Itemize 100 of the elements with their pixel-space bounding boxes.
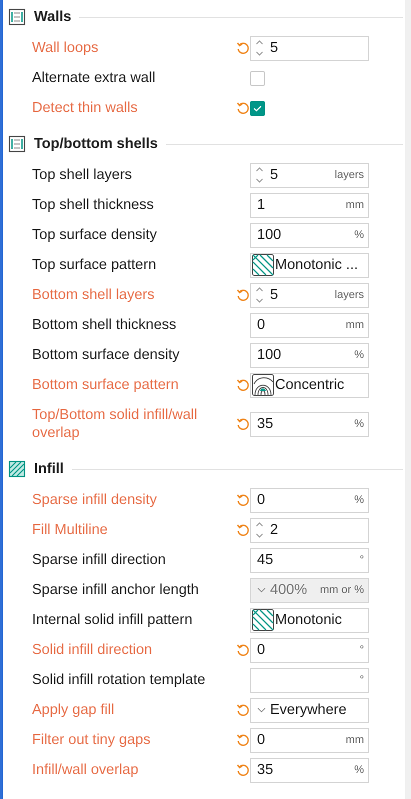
concentric-icon xyxy=(252,374,274,396)
input-field[interactable]: 0 mm xyxy=(250,312,369,338)
unit-label: ° xyxy=(360,554,364,566)
reset-icon[interactable] xyxy=(236,417,250,431)
setting-label: Top surface density xyxy=(32,226,158,245)
field-value: 5 xyxy=(270,287,278,303)
setting-label: Sparse infill direction xyxy=(32,551,167,570)
setting-label: Top shell layers xyxy=(32,166,133,185)
reset-icon[interactable] xyxy=(236,763,250,777)
input-field[interactable]: 0 ° xyxy=(250,638,369,662)
field-value: 400% xyxy=(270,582,308,598)
field-value: 0 xyxy=(257,317,266,333)
setting-label: Wall loops xyxy=(32,39,100,58)
reset-icon[interactable] xyxy=(236,101,250,115)
field-value: 100 xyxy=(257,227,282,243)
unit-label: ° xyxy=(360,644,364,656)
unit-label: % xyxy=(354,764,364,776)
setting-label: Top shell thickness xyxy=(32,196,155,215)
setting-label: Apply gap fill xyxy=(32,701,116,720)
shell-layers-icon xyxy=(8,8,26,26)
field-value: 100 xyxy=(257,347,282,363)
spinner-icon[interactable] xyxy=(255,285,264,305)
unit-label: layers xyxy=(334,169,364,181)
chevron-down-icon xyxy=(257,707,266,713)
input-field[interactable]: 35 % xyxy=(250,758,369,782)
unit-label: ° xyxy=(360,674,364,686)
reset-icon[interactable] xyxy=(236,733,250,747)
input-field[interactable]: 0 % xyxy=(250,488,369,512)
setting-label: Filter out tiny gaps xyxy=(32,731,152,750)
unit-label: % xyxy=(354,349,364,361)
reset-icon[interactable] xyxy=(236,703,250,717)
setting-label: Infill/wall overlap xyxy=(32,761,140,780)
spin-field[interactable]: 2 xyxy=(250,518,369,542)
reset-icon[interactable] xyxy=(236,643,250,657)
setting-label: Alternate extra wall xyxy=(32,69,156,88)
setting-label: Sparse infill anchor length xyxy=(32,581,200,600)
hatch-icon xyxy=(8,460,26,478)
reset-icon[interactable] xyxy=(236,41,250,55)
setting-label: Bottom surface pattern xyxy=(32,376,180,395)
field-value: Everywhere xyxy=(270,702,347,718)
setting-label: Bottom shell layers xyxy=(32,286,156,305)
field-value: 0 xyxy=(257,732,266,748)
section-title: Top/bottom shells xyxy=(34,136,158,152)
spinner-icon[interactable] xyxy=(255,520,264,540)
field-value: 5 xyxy=(270,40,278,56)
input-field[interactable]: 35 % xyxy=(250,412,369,436)
unit-label: mm xyxy=(346,199,364,211)
reset-icon[interactable] xyxy=(236,493,250,507)
setting-label: Top surface pattern xyxy=(32,256,158,275)
input-field[interactable]: 1 mm xyxy=(250,192,369,218)
spinner-icon[interactable] xyxy=(255,165,264,185)
field-value: 35 xyxy=(257,762,274,778)
diagonal-lines-icon xyxy=(252,254,274,276)
setting-label: Solid infill direction xyxy=(32,641,154,660)
field-value: 45 xyxy=(257,552,274,568)
unit-label: mm xyxy=(346,319,364,331)
field-value: 0 xyxy=(257,492,266,508)
field-value: 1 xyxy=(257,197,266,213)
field-value: Concentric xyxy=(275,377,344,393)
field-value: Monotonic xyxy=(275,612,342,628)
field-value: 0 xyxy=(257,642,266,658)
checkbox[interactable] xyxy=(250,70,265,86)
spin-field[interactable]: 5 layers xyxy=(250,162,369,188)
section-title: Infill xyxy=(34,461,64,477)
dropdown[interactable]: Monotonic ... xyxy=(250,252,369,278)
setting-label: Solid infill rotation template xyxy=(32,671,206,690)
spinner-icon[interactable] xyxy=(255,38,264,58)
field-value: Monotonic ... xyxy=(275,257,358,273)
setting-label: Internal solid infill pattern xyxy=(32,611,194,630)
input-field[interactable]: ° xyxy=(250,668,369,692)
field-value: 35 xyxy=(257,416,274,432)
unit-label: layers xyxy=(334,289,364,301)
spin-field[interactable]: 5 xyxy=(250,36,369,60)
spin-field[interactable]: 5 layers xyxy=(250,282,369,308)
reset-icon[interactable] xyxy=(236,523,250,537)
unit-label: mm xyxy=(346,734,364,746)
unit-label: % xyxy=(354,418,364,430)
input-field[interactable]: 0 mm xyxy=(250,728,369,752)
checkbox[interactable] xyxy=(250,100,265,116)
setting-label: Detect thin walls xyxy=(32,99,139,118)
diagonal-lines-icon xyxy=(252,609,274,631)
setting-label: Top/Bottom solid infill/wall overlap xyxy=(32,406,198,443)
input-field[interactable]: 45 ° xyxy=(250,548,369,572)
dropdown[interactable]: Monotonic xyxy=(250,608,369,632)
setting-label: Bottom surface density xyxy=(32,346,180,365)
dropdown[interactable]: Concentric xyxy=(250,372,369,398)
reset-icon[interactable] xyxy=(236,288,250,302)
reset-icon[interactable] xyxy=(236,378,250,392)
setting-label: Fill Multiline xyxy=(32,521,109,540)
unit-label: mm or % xyxy=(320,584,364,596)
field-value: 5 xyxy=(270,167,278,183)
input-field[interactable]: 100 % xyxy=(250,342,369,368)
field-value: 2 xyxy=(270,522,278,538)
shell-layers-icon xyxy=(8,135,26,153)
setting-label: Bottom shell thickness xyxy=(32,316,178,335)
unit-label: % xyxy=(354,229,364,241)
chevron-down-icon xyxy=(257,587,266,593)
dropdown[interactable]: Everywhere xyxy=(250,698,369,722)
input-field[interactable]: 100 % xyxy=(250,222,369,248)
setting-label: Sparse infill density xyxy=(32,491,158,510)
